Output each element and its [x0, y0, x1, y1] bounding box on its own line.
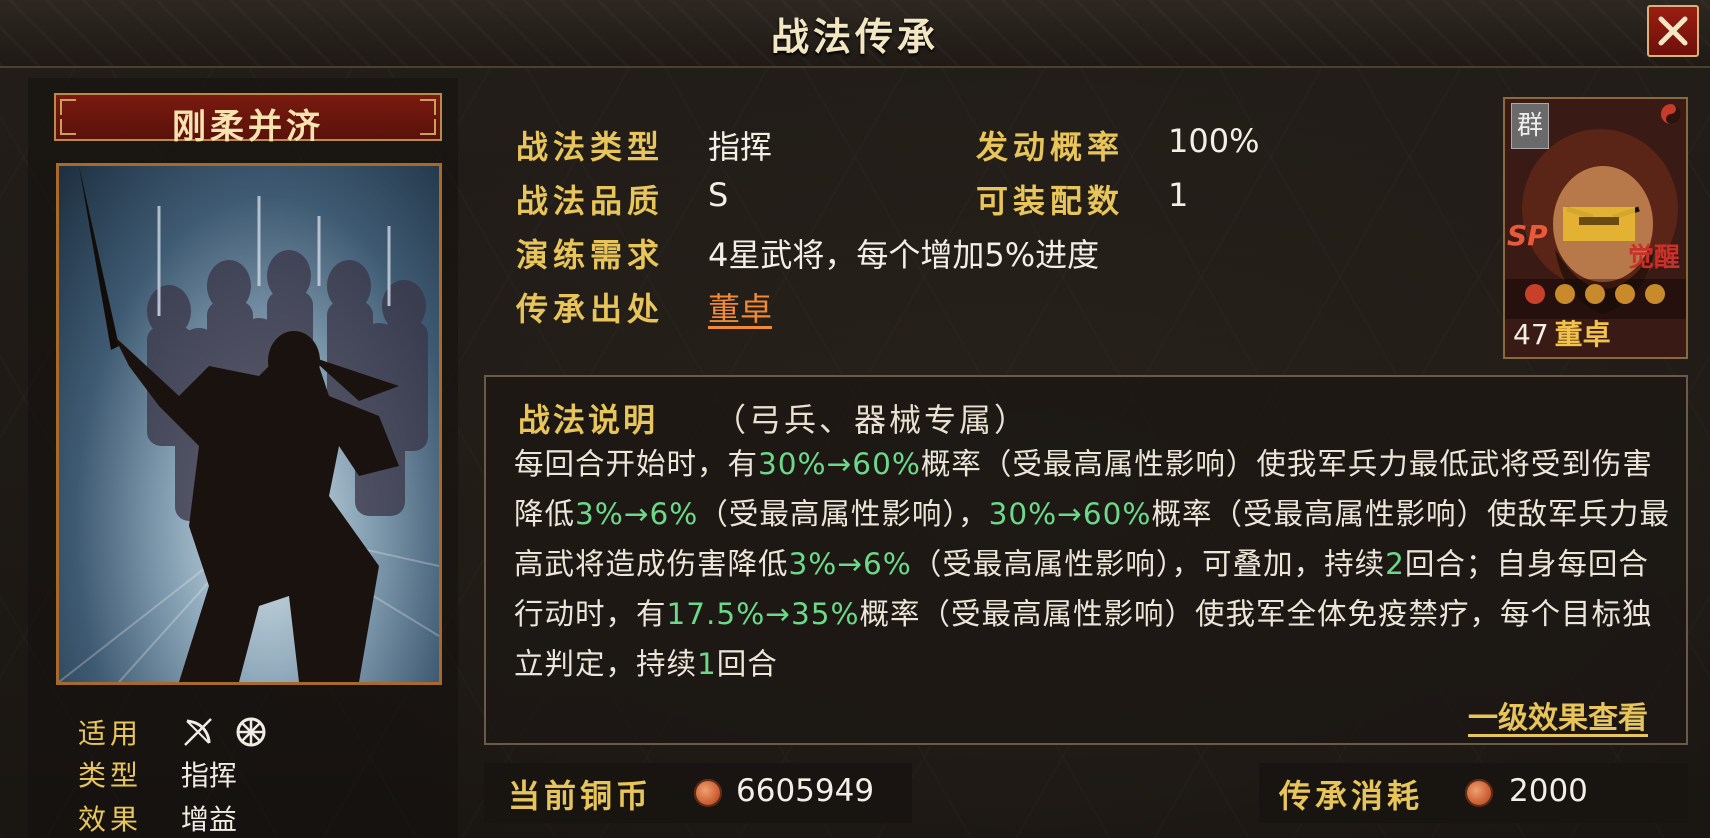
description-segment: （受最高属性影响）， — [698, 497, 989, 531]
skill-name: 刚柔并济 — [172, 107, 324, 147]
skill-description-box: 战法说明 （弓兵、器械专属） 每回合开始时，有30%→60%概率（受最高属性影响… — [484, 375, 1688, 745]
description-highlight-value: 2 — [1385, 547, 1405, 581]
close-icon — [1658, 16, 1688, 46]
star-icon — [1555, 284, 1575, 304]
description-segment: 每回合开始时，有 — [514, 447, 759, 481]
title-bar: 战法传承 — [0, 0, 1710, 68]
description-highlight-value: 17.5%→35% — [666, 597, 860, 631]
hero-level-name: 47 董卓 — [1513, 313, 1611, 353]
star-icon — [1525, 284, 1545, 304]
description-highlight-value: 30%→60% — [988, 497, 1152, 531]
meta-value: 增益 — [180, 803, 237, 836]
star-icon — [1585, 284, 1605, 304]
slots-value: 1 — [1168, 176, 1189, 214]
skill-meta-effect: 效果 增益 — [78, 798, 237, 838]
bow-icon — [181, 715, 215, 756]
rate-value: 100% — [1168, 122, 1260, 160]
close-button[interactable] — [1647, 5, 1699, 57]
type-label: 战法类型 — [516, 128, 665, 166]
skill-meta-suitable: 适用 — [78, 712, 268, 756]
awaken-tag: 觉醒 — [1627, 243, 1680, 273]
description-subtitle: （弓兵、器械专属） — [714, 401, 1030, 439]
slots-label: 可装配数 — [976, 182, 1125, 220]
skill-name-banner: 刚柔并济 — [54, 93, 442, 147]
current-coin-value: 6605949 — [736, 773, 875, 809]
copper-coin-icon — [694, 779, 722, 807]
star-row — [1523, 281, 1673, 311]
inherit-cost-value: 2000 — [1509, 773, 1588, 809]
quality-value: S — [708, 176, 729, 214]
inherit-cost-label: 传承消耗 — [1279, 777, 1424, 815]
yinyang-icon — [1660, 103, 1682, 129]
type-value: 指挥 — [708, 128, 773, 166]
meta-key: 效果 — [78, 803, 143, 836]
description-highlight-value: 1 — [697, 647, 717, 681]
current-coin-box: 当前铜币 6605949 — [484, 763, 912, 823]
source-label: 传承出处 — [516, 290, 665, 328]
practice-label: 演练需求 — [516, 236, 665, 274]
inherit-cost-box: 传承消耗 2000 — [1259, 763, 1688, 823]
rate-label: 发动概率 — [976, 128, 1125, 166]
copper-coin-icon — [1465, 779, 1493, 807]
window-title: 战法传承 — [770, 15, 939, 59]
description-highlight-value: 30%→60% — [758, 447, 921, 481]
sp-tag: SP — [1507, 219, 1548, 252]
skill-artwork — [56, 163, 442, 685]
meta-key: 适用 — [78, 717, 143, 750]
star-icon — [1615, 284, 1635, 304]
description-segment: 回合 — [716, 647, 778, 681]
description-title: 战法说明 — [518, 401, 659, 439]
faction-badge: 群 — [1511, 103, 1549, 149]
star-icon — [1645, 284, 1665, 304]
hero-card[interactable]: 群 SP 觉醒 47 董卓 — [1503, 97, 1688, 359]
description-text: 每回合开始时，有30%→60%概率（受最高属性影响）使我军兵力最低武将受到伤害降… — [514, 439, 1674, 689]
description-highlight-value: 3%→6% — [575, 497, 699, 531]
description-highlight-value: 3%→6% — [788, 547, 912, 581]
siege-wheel-icon — [234, 715, 268, 756]
quality-label: 战法品质 — [516, 182, 665, 220]
description-segment: （受最高属性影响），可叠加，持续 — [911, 547, 1386, 581]
current-coin-label: 当前铜币 — [508, 777, 653, 815]
hero-name: 董卓 — [1554, 318, 1611, 351]
practice-value: 4星武将，每个增加5%进度 — [708, 236, 1100, 274]
meta-value: 指挥 — [180, 759, 237, 792]
hero-level: 47 — [1513, 318, 1549, 351]
skill-meta-type: 类型 指挥 — [78, 754, 237, 794]
level-one-effect-link[interactable]: 一级效果查看 — [1468, 693, 1648, 737]
meta-key: 类型 — [78, 759, 143, 792]
source-hero-link[interactable]: 董卓 — [708, 284, 772, 330]
